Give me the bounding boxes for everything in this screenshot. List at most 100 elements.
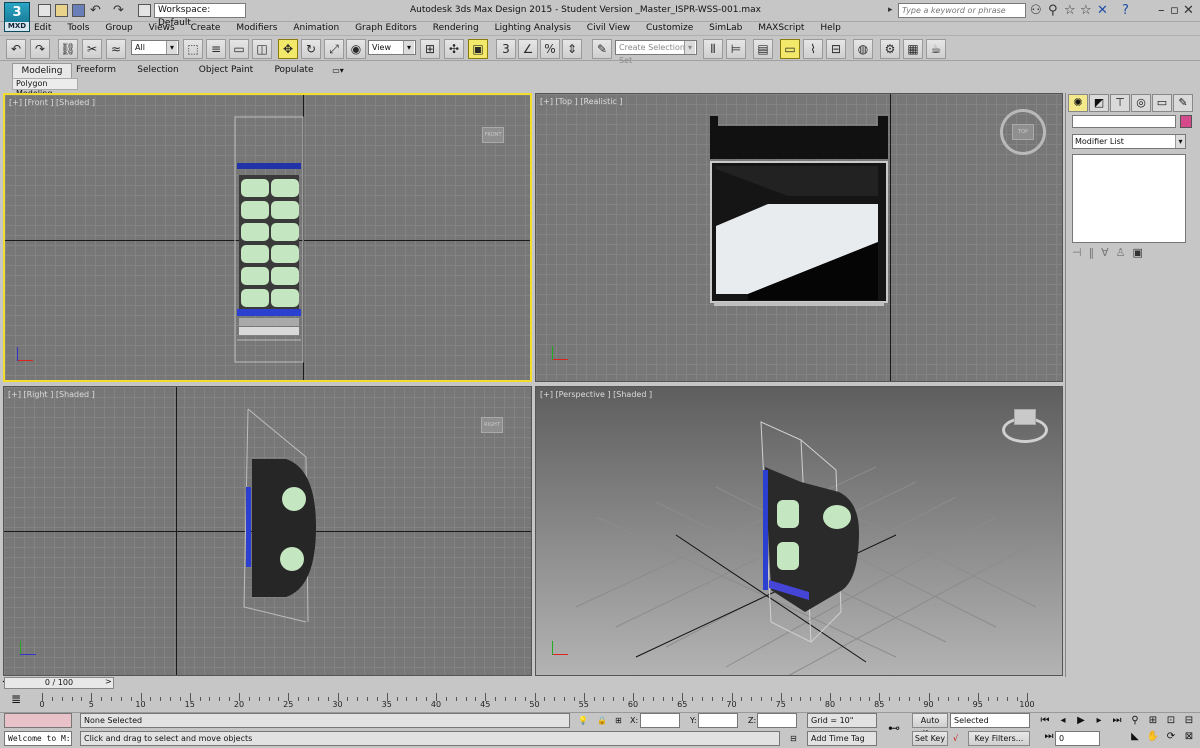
help-icon[interactable]: ? xyxy=(1122,3,1129,18)
search-expand-icon[interactable]: ▸ xyxy=(888,3,893,18)
modifier-stack[interactable] xyxy=(1072,154,1186,243)
tab-selection[interactable]: Selection xyxy=(134,63,182,78)
default-in-out-tangent-icon[interactable]: √ xyxy=(953,731,958,746)
minimize-icon[interactable]: – xyxy=(1158,3,1165,18)
object-color-swatch[interactable] xyxy=(1180,115,1192,128)
create-panel-icon[interactable]: ✺ xyxy=(1068,94,1088,112)
go-to-start-icon[interactable]: ⏮ xyxy=(1038,714,1052,728)
select-link-icon[interactable]: ⛓ xyxy=(58,39,78,59)
key-mode-toggle-icon[interactable]: ⏭ xyxy=(1042,730,1056,744)
y-coord-input[interactable] xyxy=(698,713,738,728)
show-end-result-icon[interactable]: ‖ xyxy=(1089,246,1095,259)
previous-frame-icon[interactable]: ◂ xyxy=(1056,714,1070,728)
percent-snap-icon[interactable]: % xyxy=(540,39,560,59)
play-icon[interactable]: ▶ xyxy=(1074,714,1088,728)
maximize-viewport-icon[interactable]: ⊠ xyxy=(1182,730,1196,744)
menu-item-create[interactable]: Create xyxy=(191,22,221,35)
schematic-view-icon[interactable]: ⊟ xyxy=(826,39,846,59)
ribbon-panel-polygon-modeling[interactable]: Polygon Modeling xyxy=(12,78,78,98)
selection-filter-dropdown[interactable]: All xyxy=(131,40,179,55)
align-icon[interactable]: ⊨ xyxy=(726,39,746,59)
select-by-name-icon[interactable]: ≡ xyxy=(206,39,226,59)
named-selection-dropdown[interactable]: Create Selection Set xyxy=(615,40,697,65)
zoom-icon[interactable]: ⚲ xyxy=(1128,714,1142,728)
listener-output[interactable]: Welcome to M: xyxy=(4,731,72,746)
viewport-top-label[interactable]: [+] [Top ] [Realistic ] xyxy=(540,97,623,106)
angle-snap-icon[interactable]: ∠ xyxy=(518,39,538,59)
pivot-center-icon[interactable]: ⊞ xyxy=(420,39,440,59)
menu-item-maxscript[interactable]: MAXScript xyxy=(758,22,804,35)
viewport-perspective[interactable]: [+] [Perspective ] [Shaded ] xyxy=(535,386,1063,676)
menu-item-group[interactable]: Group xyxy=(105,22,132,35)
material-editor-icon[interactable]: ◍ xyxy=(853,39,873,59)
select-and-move-icon[interactable]: ✥ xyxy=(278,39,298,59)
restore-icon[interactable]: ▫ xyxy=(1170,3,1179,18)
reference-coordinate-dropdown[interactable]: View xyxy=(368,40,416,55)
select-and-place-icon[interactable]: ◉ xyxy=(346,39,366,59)
menu-item-graph-editors[interactable]: Graph Editors xyxy=(355,22,417,35)
auto-key-button[interactable]: Auto Key xyxy=(912,713,948,738)
zoom-all-icon[interactable]: ⊞ xyxy=(1146,714,1160,728)
menu-item-tools[interactable]: Tools xyxy=(67,22,89,35)
tab-freeform[interactable]: Freeform xyxy=(72,63,120,78)
binoculars-icon[interactable]: ⚇ xyxy=(1030,3,1042,18)
menu-item-modifiers[interactable]: Modifiers xyxy=(236,22,277,35)
mini-curve-editor-icon[interactable]: ≣ xyxy=(6,692,26,710)
open-file-icon[interactable] xyxy=(55,4,68,17)
redo-icon[interactable]: ↷ xyxy=(113,3,124,18)
zoom-extents-all-icon[interactable]: ⊟ xyxy=(1182,714,1196,728)
key-filters-button[interactable]: Key Filters... xyxy=(968,731,1030,746)
viewport-front-label[interactable]: [+] [Front ] [Shaded ] xyxy=(9,98,95,107)
remove-modifier-icon[interactable]: ♙ xyxy=(1116,246,1126,259)
menu-item-help[interactable]: Help xyxy=(820,22,841,35)
modify-panel-icon[interactable]: ◩ xyxy=(1089,94,1109,112)
new-file-icon[interactable] xyxy=(38,4,51,17)
tab-object-paint[interactable]: Object Paint xyxy=(196,63,256,78)
menu-item-rendering[interactable]: Rendering xyxy=(433,22,479,35)
add-time-tag[interactable]: Add Time Tag xyxy=(807,731,877,746)
viewport-front[interactable]: [+] [Front ] [Shaded ] FRONT xyxy=(3,93,532,382)
menu-item-customize[interactable]: Customize xyxy=(646,22,693,35)
utilities-panel-icon[interactable]: ✎ xyxy=(1173,94,1193,112)
menu-item-simlab[interactable]: SimLab xyxy=(709,22,742,35)
snaps-toggle-icon[interactable]: 3 xyxy=(496,39,516,59)
time-tag-icon[interactable]: ⊟ xyxy=(790,731,797,746)
rectangular-selection-icon[interactable]: ▭ xyxy=(229,39,249,59)
layer-manager-icon[interactable]: ▤ xyxy=(753,39,773,59)
make-unique-icon[interactable]: ∀ xyxy=(1101,246,1109,259)
key-mode-icon[interactable]: ⊷ xyxy=(888,721,900,736)
trackbar[interactable]: 0 5 10 15 20 25 30 35 40 45 50 55 60 65 70 75 80 85 90 95 10… xyxy=(34,690,1035,712)
zoom-extents-icon[interactable]: ⊡ xyxy=(1164,714,1178,728)
save-file-icon[interactable] xyxy=(72,4,85,17)
select-and-scale-icon[interactable]: ⤢ xyxy=(324,39,344,59)
time-slider[interactable]: 0 / 100 xyxy=(4,677,114,689)
viewport-right-label[interactable]: [+] [Right ] [Shaded ] xyxy=(8,390,95,399)
tab-modeling[interactable]: Modeling xyxy=(12,63,72,78)
bind-space-warp-icon[interactable]: ≈ xyxy=(106,39,126,59)
favorites-star-icon[interactable]: ☆ xyxy=(1080,3,1092,18)
menu-item-animation[interactable]: Animation xyxy=(293,22,339,35)
maxscript-mini-listener[interactable] xyxy=(4,713,72,728)
viewcube-right[interactable]: RIGHT xyxy=(481,417,503,433)
object-name-input[interactable] xyxy=(1072,115,1176,128)
z-coord-input[interactable] xyxy=(757,713,797,728)
redo-button[interactable]: ↷ xyxy=(30,39,50,59)
viewcube-top[interactable]: TOP xyxy=(1012,124,1034,140)
next-frame-icon[interactable]: ▸ xyxy=(1092,714,1106,728)
select-object-icon[interactable]: ⬚ xyxy=(183,39,203,59)
communication-center-icon[interactable]: ⚲ xyxy=(1048,3,1058,18)
render-production-icon[interactable]: ☕ xyxy=(926,39,946,59)
display-panel-icon[interactable]: ▭ xyxy=(1152,94,1172,112)
mirror-icon[interactable]: ⫴ xyxy=(703,39,723,59)
search-input[interactable]: Type a keyword or phrase xyxy=(898,3,1026,18)
menu-item-civil-view[interactable]: Civil View xyxy=(587,22,630,35)
orbit-icon[interactable]: ⟳ xyxy=(1164,730,1178,744)
set-key-button[interactable]: Set Key xyxy=(912,731,948,746)
curve-editor-icon[interactable]: ⌇ xyxy=(803,39,823,59)
hierarchy-panel-icon[interactable]: ⊤ xyxy=(1110,94,1130,112)
viewcube-front[interactable]: FRONT xyxy=(482,127,504,143)
ribbon-toggle-icon[interactable]: ▭ xyxy=(780,39,800,59)
favorites-icon[interactable]: ☆ xyxy=(1064,3,1076,18)
viewcube-perspective[interactable] xyxy=(1014,409,1036,425)
current-frame-input[interactable]: 0 xyxy=(1055,731,1100,746)
